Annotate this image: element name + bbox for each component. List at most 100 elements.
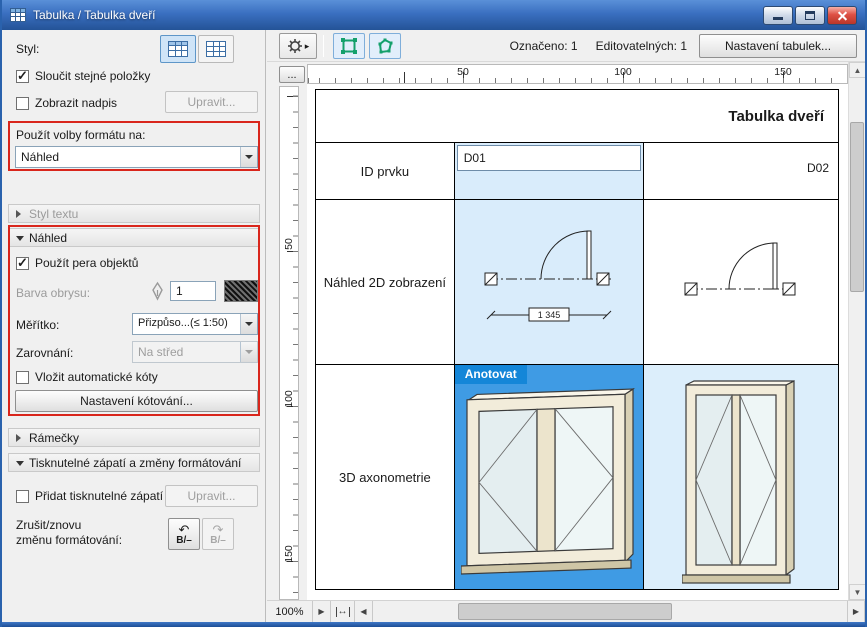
redo-format-button[interactable]: ↷ B/– <box>202 518 234 550</box>
id-cell-d02[interactable]: D02 <box>643 143 838 199</box>
alignment-value: Na střed <box>133 342 240 362</box>
auto-dim-checkbox[interactable] <box>16 371 29 384</box>
2d-row-label-cell[interactable]: Náhled 2D zobrazení <box>316 200 454 364</box>
scale-select[interactable]: Přizpůso...(≤ 1:50) <box>132 313 258 335</box>
3d-row-label-cell[interactable]: 3D axonometrie <box>316 365 454 589</box>
format-target-select[interactable]: Náhled <box>15 146 258 168</box>
add-footer-checkbox[interactable] <box>16 490 29 503</box>
2d-cell-d01[interactable]: 1 345 <box>454 200 644 364</box>
3d-cell-d02[interactable] <box>643 365 838 589</box>
h-ruler-label-150: 150 <box>769 66 797 78</box>
id-row-label: ID prvku <box>361 164 409 179</box>
schedule-toolbar: ▸ <box>267 30 865 62</box>
h-ruler-label-50: 50 <box>449 66 477 78</box>
zoom-level-button[interactable]: 100% <box>267 601 313 622</box>
undo-icon: ↶ <box>179 523 190 536</box>
scale-value: Přizpůso...(≤ 1:50) <box>133 314 240 334</box>
style-grid-button[interactable] <box>198 35 234 63</box>
maximize-button[interactable] <box>795 6 825 25</box>
2d-cell-d02[interactable] <box>643 200 838 364</box>
section-frames[interactable]: Rámečky <box>8 428 260 447</box>
id-cell-d01[interactable]: D01 <box>454 143 644 199</box>
undo-format-button[interactable]: ↶ B/– <box>168 518 200 550</box>
grid-style-icon <box>205 40 227 58</box>
dimension-settings-button[interactable]: Nastavení kótování... <box>15 390 258 412</box>
marquee-select-button[interactable] <box>333 33 365 59</box>
scale-label: Měřítko: <box>16 318 59 332</box>
scroll-down-icon: ▼ <box>854 588 862 597</box>
scroll-down-button[interactable]: ▼ <box>849 584 866 600</box>
auto-dim-checkbox-row[interactable]: Vložit automatické kóty <box>16 370 158 384</box>
chevron-down-icon[interactable] <box>240 314 257 334</box>
horizontal-ruler: 50 100 150 <box>307 64 848 84</box>
scroll-left-button[interactable]: ◀ <box>355 601 373 622</box>
pen-number-field[interactable]: 1 <box>170 281 216 301</box>
pen-number-value: 1 <box>176 284 183 298</box>
section-preview[interactable]: Náhled <box>8 228 260 247</box>
door-2d-symbol-d01: 1 345 <box>479 223 619 341</box>
h-ruler-minor-ticks <box>308 78 847 83</box>
alignment-select[interactable]: Na střed <box>132 341 258 363</box>
id-d01-edit-field[interactable]: D01 <box>457 145 642 171</box>
use-pens-checkbox-row[interactable]: Použít pera objektů <box>16 256 138 270</box>
section-text-style[interactable]: Styl textu <box>8 204 260 223</box>
annotate-badge[interactable]: Anotovat <box>455 365 527 384</box>
vertical-scrollbar[interactable]: ▲ ▼ <box>848 62 865 600</box>
pen-color-swatch-button[interactable] <box>224 280 258 302</box>
horizontal-scrollbar[interactable] <box>373 601 847 622</box>
horizontal-scrollbar-thumb[interactable] <box>458 603 671 620</box>
chevron-down-icon[interactable] <box>240 147 257 167</box>
edit-footer-button[interactable]: Upravit... <box>165 485 258 507</box>
schedule-canvas: Tabulka dveří ID prvku D01 <box>307 84 848 600</box>
schedule-2d-row: Náhled 2D zobrazení <box>316 200 838 365</box>
show-header-label: Zobrazit nadpis <box>35 96 117 110</box>
scroll-up-button[interactable]: ▲ <box>849 62 866 78</box>
options-sidebar: Styl: <box>2 30 266 622</box>
scroll-right-button[interactable]: ▶ <box>847 601 865 622</box>
id-row-label-cell[interactable]: ID prvku <box>316 143 454 199</box>
schedule-main-area: ▸ <box>267 30 865 622</box>
vertical-scrollbar-thumb[interactable] <box>850 122 864 292</box>
schedule-title-row[interactable]: Tabulka dveří <box>316 90 838 143</box>
gear-icon <box>287 38 303 54</box>
zoom-menu-button[interactable]: ▶ <box>313 601 331 622</box>
merge-items-checkbox[interactable] <box>16 70 29 83</box>
section-footer[interactable]: Tisknutelné zápatí a změny formátování <box>8 453 260 472</box>
merge-items-checkbox-row[interactable]: Sloučit stejné položky <box>16 69 150 83</box>
edit-header-button[interactable]: Upravit... <box>165 91 258 113</box>
schedule-table: Tabulka dveří ID prvku D01 <box>315 89 839 590</box>
v-ruler-minor-ticks <box>293 87 298 599</box>
minimize-button[interactable] <box>763 6 793 25</box>
show-header-checkbox[interactable] <box>16 97 29 110</box>
door-3d-d02 <box>682 379 800 587</box>
show-header-checkbox-row[interactable]: Zobrazit nadpis <box>16 96 117 110</box>
window-title: Tabulka / Tabulka dveří <box>33 8 763 22</box>
2d-row-label: Náhled 2D zobrazení <box>324 275 446 290</box>
titlebar[interactable]: Tabulka / Tabulka dveří <box>2 0 865 30</box>
editable-count: Editovatelných: 1 <box>596 39 687 53</box>
schedule-title: Tabulka dveří <box>728 108 824 125</box>
id-d02-value: D02 <box>807 161 829 175</box>
chevron-down-icon <box>240 342 257 362</box>
window-frame-bottom <box>2 622 865 627</box>
dialog-body: Styl: <box>2 30 865 622</box>
schedule-title-cell[interactable]: Tabulka dveří <box>316 90 838 142</box>
use-pens-checkbox[interactable] <box>16 257 29 270</box>
id-d01-value: D01 <box>464 151 486 165</box>
style-table-button-selected[interactable] <box>160 35 196 63</box>
add-footer-label: Přidat tisknutelné zápatí <box>35 489 163 503</box>
vertical-ruler: 50 100 150 <box>279 86 299 600</box>
close-button[interactable] <box>827 6 857 25</box>
pen-icon <box>150 281 165 301</box>
add-footer-checkbox-row[interactable]: Přidat tisknutelné zápatí <box>16 489 163 503</box>
scheme-settings-gear-button[interactable]: ▸ <box>279 33 317 59</box>
fit-in-window-button[interactable]: ↔ <box>331 601 355 622</box>
alignment-label: Zarovnání: <box>16 346 73 360</box>
auto-dim-label: Vložit automatické kóty <box>35 370 158 384</box>
3d-cell-d01[interactable]: Anotovat <box>454 365 644 589</box>
polygon-select-button[interactable] <box>369 33 401 59</box>
table-settings-button[interactable]: Nastavení tabulek... <box>699 34 857 58</box>
marquee-rectangle-icon <box>340 37 358 55</box>
ruler-corner-button[interactable]: ... <box>279 66 305 83</box>
selected-count: Označeno: 1 <box>510 39 578 53</box>
